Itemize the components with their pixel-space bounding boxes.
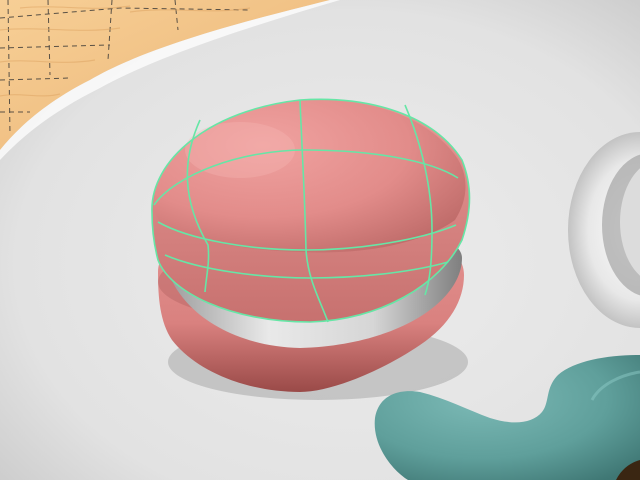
3d-viewport[interactable]	[0, 0, 640, 480]
viewport-scene[interactable]	[0, 0, 640, 480]
